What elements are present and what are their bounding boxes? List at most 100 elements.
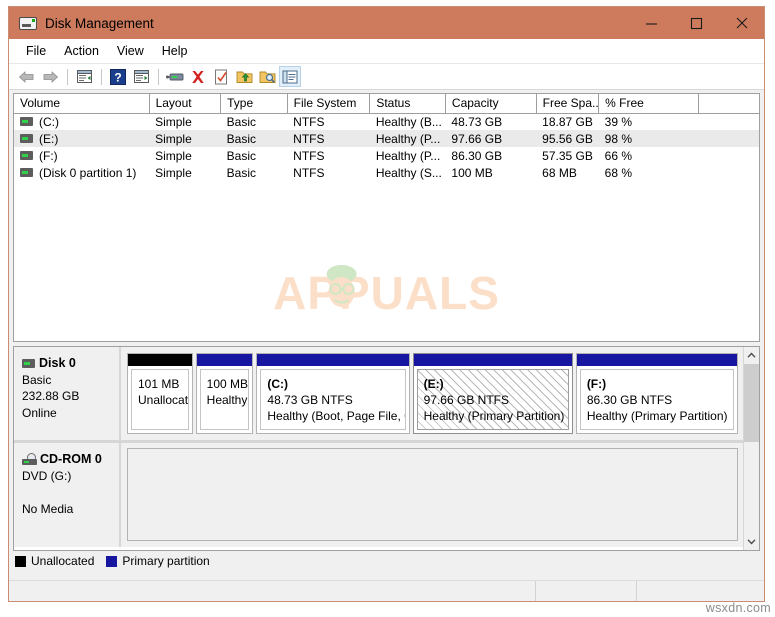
disk-state: Online — [22, 405, 57, 420]
menu-item-view[interactable]: View — [108, 41, 153, 61]
site-watermark: wsxdn.com — [705, 601, 771, 615]
cell-free-space: 18.87 GB — [542, 114, 593, 129]
cell-volume: (F:) — [14, 147, 149, 164]
drive-icon — [20, 168, 33, 177]
show-console-tree-icon[interactable] — [130, 66, 152, 87]
partition-status: Healthy (Primary Partition) — [586, 409, 728, 423]
partition-body: (E:) 97.66 GB NTFS Healthy (Primary Part… — [416, 369, 569, 430]
partition-disk0-part1[interactable]: 100 MB N Healthy ( — [195, 353, 254, 434]
legend-swatch-primary-partition — [106, 555, 118, 567]
cell-layout: Simple — [155, 114, 192, 129]
cell-file-system: NTFS — [287, 130, 370, 147]
toolbar-separator-3 — [158, 68, 159, 85]
cell-percent-free: 68 % — [604, 165, 632, 180]
partition-color-bar — [257, 354, 409, 366]
partition-size: 97.66 GB NTFS — [423, 393, 509, 407]
delete-icon[interactable] — [187, 66, 209, 87]
menu-item-action[interactable]: Action — [55, 41, 108, 61]
partition-c[interactable]: (C:) 48.73 GB NTFS Healthy (Boot, Page F… — [256, 353, 410, 434]
window-controls — [629, 7, 764, 39]
column-header-percent-free[interactable]: % Free — [598, 94, 699, 114]
cell-volume: (E:) — [14, 130, 150, 147]
disk-drive-icon — [19, 15, 37, 31]
volume-label: (C:) — [39, 114, 59, 129]
rescan-disks-icon[interactable] — [164, 66, 186, 87]
minimize-button[interactable] — [629, 7, 674, 39]
partition-body: (F:) 86.30 GB NTFS Healthy (Primary Part… — [579, 369, 734, 430]
scroll-up-button[interactable] — [744, 347, 759, 364]
cell-volume: (C:) — [14, 113, 149, 130]
help-icon[interactable]: ? — [107, 66, 129, 87]
table-row[interactable]: (E:) Simple Basic NTFS Healthy (P... 97.… — [14, 130, 759, 147]
column-header-layout[interactable]: Layout — [149, 94, 222, 114]
cell-status: Healthy (P... — [375, 148, 441, 163]
search-folder-icon[interactable] — [256, 66, 278, 87]
volume-table-header-row: Volume Layout Type File System Status Ca… — [14, 94, 759, 114]
up-one-level-icon[interactable] — [73, 66, 95, 87]
cell-type: Basic — [226, 148, 256, 163]
drive-icon — [20, 151, 33, 160]
scroll-down-button[interactable] — [744, 533, 759, 550]
status-segment-1 — [9, 581, 536, 601]
cell-free-space: 57.35 GB — [542, 148, 593, 163]
column-header-status[interactable]: Status — [369, 94, 446, 114]
partition-e[interactable]: (E:) 97.66 GB NTFS Healthy (Primary Part… — [412, 353, 573, 434]
disk-info-disk0[interactable]: Disk 0 Basic 232.88 GB Online — [14, 347, 121, 440]
cd-rom-icon — [22, 453, 37, 466]
back-arrow-icon[interactable] — [16, 66, 38, 87]
column-header-type[interactable]: Type — [220, 94, 288, 114]
partition-color-bar — [576, 354, 737, 366]
column-header-blank[interactable] — [698, 94, 759, 114]
cell-volume: (Disk 0 partition 1) — [14, 164, 149, 181]
legend-swatch-unallocated — [15, 555, 26, 567]
menu-bar: File Action View Help — [9, 39, 764, 64]
table-row[interactable]: (Disk 0 partition 1) Simple Basic NTFS H… — [14, 164, 759, 181]
partition-status: Unallocat — [138, 393, 189, 407]
show-action-pane-icon[interactable] — [279, 66, 301, 87]
cell-layout: Simple — [149, 130, 221, 147]
cell-percent-free: 39 % — [604, 114, 632, 129]
properties-icon[interactable] — [210, 66, 232, 87]
partition-body: (C:) 48.73 GB NTFS Healthy (Boot, Page F… — [260, 369, 406, 430]
cdrom-empty-area[interactable] — [121, 443, 743, 547]
volume-list-pane: Volume Layout Type File System Status Ca… — [13, 93, 760, 342]
menu-item-help[interactable]: Help — [153, 41, 197, 61]
disk-row-disk0: Disk 0 Basic 232.88 GB Online 101 MB Una… — [14, 347, 743, 443]
status-segment-3 — [637, 581, 764, 601]
legend: Unallocated Primary partition — [13, 551, 760, 571]
disk-rows: Disk 0 Basic 232.88 GB Online 101 MB Una… — [14, 347, 743, 550]
export-list-icon[interactable] — [233, 66, 255, 87]
column-header-free-space[interactable]: Free Spa... — [536, 94, 600, 114]
column-header-file-system[interactable]: File System — [287, 94, 371, 114]
table-row[interactable]: (C:) Simple Basic NTFS Healthy (B... 48.… — [14, 113, 759, 130]
cell-percent-free: 66 % — [604, 148, 632, 163]
title-bar: Disk Management — [9, 7, 764, 39]
partition-size: 101 MB — [138, 377, 180, 391]
cell-status: Healthy (P... — [369, 130, 446, 147]
disk-title-cdrom0: CD-ROM 0 — [22, 451, 119, 468]
disk-partitions-disk0: 101 MB Unallocat 100 MB N Healthy ( — [121, 347, 743, 440]
maximize-button[interactable] — [674, 7, 719, 39]
partition-unallocated-101mb[interactable]: 101 MB Unallocat — [127, 353, 193, 434]
legend-label-unallocated: Unallocated — [31, 554, 95, 568]
close-button[interactable] — [719, 7, 764, 39]
cell-capacity: 48.73 GB — [451, 114, 503, 129]
partition-status: Healthy (Primary Partition) — [423, 409, 565, 423]
toolbar-separator-1 — [67, 68, 68, 85]
cell-type: Basic — [220, 130, 288, 147]
partition-f[interactable]: (F:) 86.30 GB NTFS Healthy (Primary Part… — [575, 353, 738, 434]
cell-blank — [698, 164, 759, 181]
disk-pane-scrollbar[interactable] — [743, 347, 759, 550]
column-header-volume[interactable]: Volume — [14, 94, 150, 114]
drive-icon — [20, 134, 33, 143]
partition-label: (F:) — [586, 377, 607, 391]
table-row[interactable]: (F:) Simple Basic NTFS Healthy (P... 86.… — [14, 147, 759, 164]
partition-label: (C:) — [267, 377, 289, 391]
scrollbar-track[interactable] — [744, 364, 759, 533]
forward-arrow-icon[interactable] — [39, 66, 61, 87]
menu-item-file[interactable]: File — [17, 41, 55, 61]
toolbar: ? — [9, 64, 764, 90]
column-header-capacity[interactable]: Capacity — [445, 94, 537, 114]
disk-info-cdrom0[interactable]: CD-ROM 0 DVD (G:) No Media — [14, 443, 121, 547]
scrollbar-thumb[interactable] — [744, 364, 759, 442]
